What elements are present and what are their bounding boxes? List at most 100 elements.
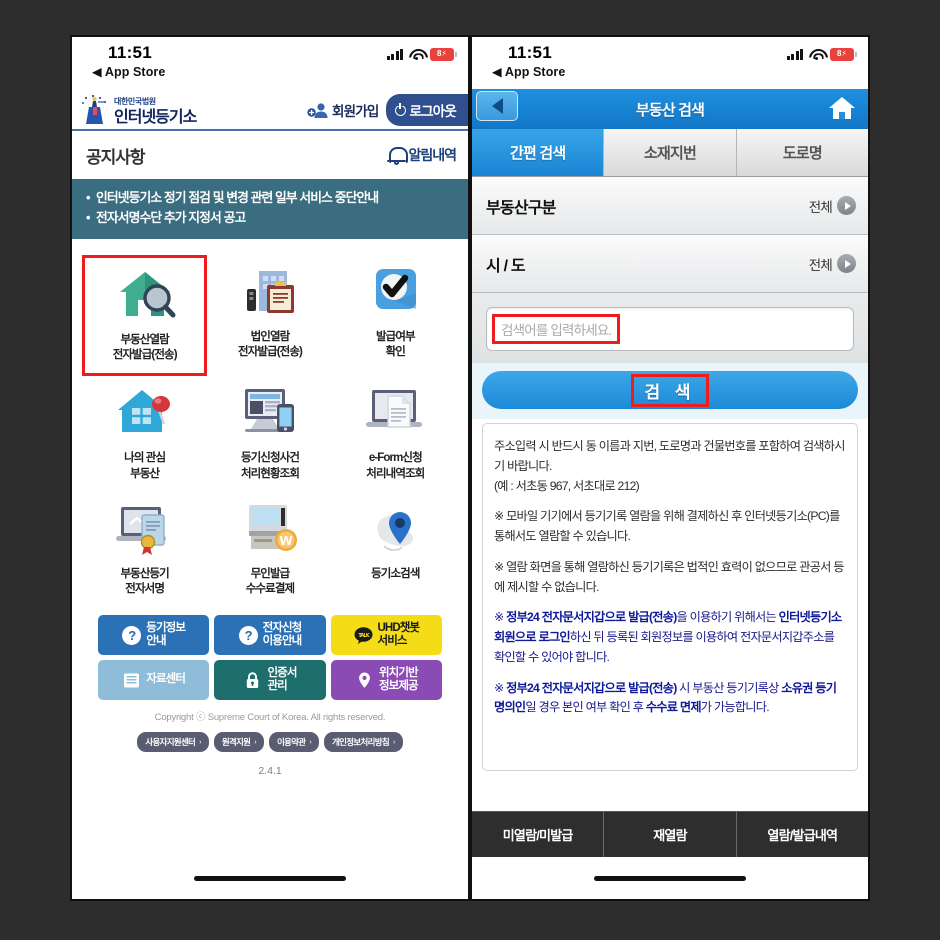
tab-simple-search[interactable]: 간편 검색 bbox=[472, 129, 605, 176]
bottom-tab-bar: 미열람/미발급 재열람 열람/발급내역 bbox=[472, 811, 868, 857]
quick-button-label: 이용안내 bbox=[262, 635, 303, 648]
bottom-tab-reinspect[interactable]: 재열람 bbox=[604, 812, 737, 857]
status-back-to-app[interactable]: ◀ App Store bbox=[492, 64, 854, 79]
quick-button-registry-info[interactable]: ? 등기정보 안내 bbox=[98, 615, 210, 656]
chevron-right-icon bbox=[837, 196, 856, 215]
quick-button-label: 위치기반 bbox=[378, 666, 419, 679]
row-value: 전체 bbox=[808, 257, 833, 273]
row-value-group: 전체 bbox=[809, 254, 856, 274]
menu-item-label: e-Form신청 처리내역조회 bbox=[366, 452, 425, 480]
right-phone-screen: 11:51 ◀ App Store 8⚡ 부동산 검색 간편 검색 소재지번 도… bbox=[470, 35, 870, 901]
bell-icon bbox=[387, 145, 409, 166]
laptop-certificate-icon bbox=[112, 498, 178, 560]
logo-title: 인터넷등기소 bbox=[114, 109, 197, 126]
row-value-group: 전체 bbox=[809, 196, 856, 216]
status-indicators: 8⚡ bbox=[786, 48, 857, 61]
home-indicator[interactable] bbox=[194, 875, 346, 881]
quick-button-eapp-guide[interactable]: ? 전자신청 이용안내 bbox=[214, 615, 326, 656]
bottom-tab-unviewed[interactable]: 미열람/미발급 bbox=[472, 812, 605, 857]
signup-button[interactable]: 회원가입 bbox=[307, 100, 379, 120]
menu-grid: 부동산열람 전자발급(전송) 법인열람 전자발급(전송) 발급여부 확인 나의 … bbox=[82, 254, 458, 608]
menu-item-issue-check[interactable]: 발급여부 확인 bbox=[333, 255, 458, 377]
home-button[interactable] bbox=[822, 91, 862, 125]
quick-button-uhd-chatbot[interactable]: TALK UHD챗봇 서비스 bbox=[330, 615, 442, 656]
footer-link[interactable]: 사용자지원센터 › bbox=[137, 732, 209, 753]
auth-controls: 회원가입 로그아웃 bbox=[307, 89, 468, 131]
laptop-document-icon bbox=[362, 382, 428, 444]
footer-link[interactable]: 개인정보처리방침 › bbox=[324, 732, 403, 753]
menu-item-label: 발급여부 확인 bbox=[375, 330, 416, 358]
logout-button[interactable]: 로그아웃 bbox=[385, 94, 468, 126]
notice-item[interactable]: 인터넷등기소 정기 점검 및 변경 관련 일부 서비스 중단안내 bbox=[86, 188, 454, 208]
tab-road-name[interactable]: 도로명 bbox=[736, 129, 868, 176]
menu-item-label: 등기신청사건 처리현황조회 bbox=[240, 452, 300, 480]
tab-lot-number[interactable]: 소재지번 bbox=[604, 129, 737, 176]
menu-item-realestate-view[interactable]: 부동산열람 전자발급(전송) bbox=[82, 254, 208, 377]
battery-level: 8 bbox=[836, 49, 842, 58]
map-pin-icon bbox=[362, 498, 428, 560]
info-paragraph: 주소입력 시 반드시 동 이름과 지번, 도로명과 건물번호를 포함하여 검색하… bbox=[494, 439, 845, 493]
logo-subtitle: 대한민국법원 bbox=[114, 97, 156, 106]
menu-grid-wrap: 부동산열람 전자발급(전송) 법인열람 전자발급(전송) 발급여부 확인 나의 … bbox=[72, 238, 468, 612]
signup-label: 회원가입 bbox=[332, 104, 379, 119]
status-back-to-app[interactable]: ◀ App Store bbox=[92, 64, 454, 79]
back-arrow-icon bbox=[491, 98, 503, 114]
quick-button-label: 인증서 bbox=[267, 666, 297, 679]
left-status-bar: 11:51 ◀ App Store 8⚡ bbox=[72, 37, 468, 89]
quick-button-label: 관리 bbox=[267, 680, 287, 693]
right-status-bar: 11:51 ◀ App Store 8⚡ bbox=[472, 37, 868, 89]
monitor-mobile-icon bbox=[237, 382, 303, 444]
menu-item-label: 등기소검색 bbox=[371, 567, 420, 580]
page-title: 부동산 검색 bbox=[635, 101, 705, 119]
notice-title: 공지사항 bbox=[86, 147, 146, 167]
right-title-bar: 부동산 검색 bbox=[472, 89, 868, 129]
add-user-icon bbox=[307, 102, 328, 118]
kiosk-won-icon: W bbox=[237, 498, 303, 560]
menu-item-eform-history[interactable]: e-Form신청 처리내역조회 bbox=[333, 376, 458, 492]
menu-item-kiosk-payment[interactable]: W 무인발급 수수료결제 bbox=[207, 492, 332, 608]
quick-links-row: ? 등기정보 안내 ? 전자신청 이용안내 TALK UHD챗봇 서비스 bbox=[98, 615, 442, 656]
menu-item-digital-signature[interactable]: 부동산등기 전자서명 bbox=[82, 492, 207, 608]
battery-level: 8 bbox=[436, 49, 442, 58]
checkmark-icon bbox=[362, 261, 428, 323]
lock-icon bbox=[243, 671, 262, 690]
wifi-icon bbox=[409, 49, 424, 61]
bottom-tab-history[interactable]: 열람/발급내역 bbox=[736, 812, 868, 857]
search-input[interactable]: 검색어를 입력하세요. bbox=[486, 307, 854, 351]
menu-item-label: 부동산열람 전자발급(전송) bbox=[112, 333, 178, 361]
menu-item-label: 나의 관심 부동산 bbox=[124, 452, 166, 480]
cellular-signal-icon bbox=[386, 48, 403, 60]
menu-item-registry-office-search[interactable]: 등기소검색 bbox=[333, 492, 458, 608]
footer-link[interactable]: 이용약관 › bbox=[268, 732, 320, 753]
svg-text:W: W bbox=[279, 534, 292, 548]
quick-button-certificate-mgmt[interactable]: 인증서 관리 bbox=[214, 660, 326, 701]
alarm-history-button[interactable]: 알림내역 bbox=[387, 145, 457, 166]
quick-button-data-center[interactable]: 자료센터 bbox=[98, 660, 210, 701]
court-emblem-icon bbox=[80, 93, 110, 125]
search-mode-tabs: 간편 검색 소재지번 도로명 bbox=[472, 129, 868, 177]
building-clipboard-icon bbox=[237, 261, 303, 323]
menu-item-label: 법인열람 전자발급(전송) bbox=[238, 330, 303, 358]
quick-button-label: 전자신청 bbox=[262, 621, 303, 634]
alarm-label: 알림내역 bbox=[408, 147, 457, 163]
notice-list: 인터넷등기소 정기 점검 및 변경 관련 일부 서비스 중단안내 전자서명수단 … bbox=[72, 179, 468, 239]
footer-link[interactable]: 원격지원 › bbox=[213, 732, 264, 753]
logo-text: 대한민국법원 인터넷등기소 bbox=[114, 92, 197, 126]
list-icon bbox=[122, 671, 141, 690]
map-pin-icon bbox=[355, 671, 374, 690]
status-back-label: App Store bbox=[504, 65, 566, 79]
home-indicator[interactable] bbox=[594, 875, 746, 881]
row-city-province[interactable]: 시 / 도 전체 bbox=[472, 235, 868, 293]
quick-button-location-info[interactable]: 위치기반 정보제공 bbox=[330, 660, 442, 701]
back-button[interactable] bbox=[476, 91, 518, 121]
quick-button-label: 안내 bbox=[146, 635, 166, 648]
menu-item-corporate-view[interactable]: 법인열람 전자발급(전송) bbox=[207, 255, 332, 377]
menu-item-application-status[interactable]: 등기신청사건 처리현황조회 bbox=[207, 376, 332, 492]
row-property-type[interactable]: 부동산구분 전체 bbox=[472, 177, 868, 235]
status-indicators: 8⚡ bbox=[386, 48, 457, 61]
menu-item-label: 부동산등기 전자서명 bbox=[120, 567, 169, 596]
menu-item-favorite-property[interactable]: 나의 관심 부동산 bbox=[82, 376, 207, 492]
notice-item[interactable]: 전자서명수단 추가 지정서 공고 bbox=[86, 208, 454, 228]
search-button[interactable]: 검 색 bbox=[482, 371, 858, 409]
search-button-label: 검 색 bbox=[631, 373, 709, 407]
